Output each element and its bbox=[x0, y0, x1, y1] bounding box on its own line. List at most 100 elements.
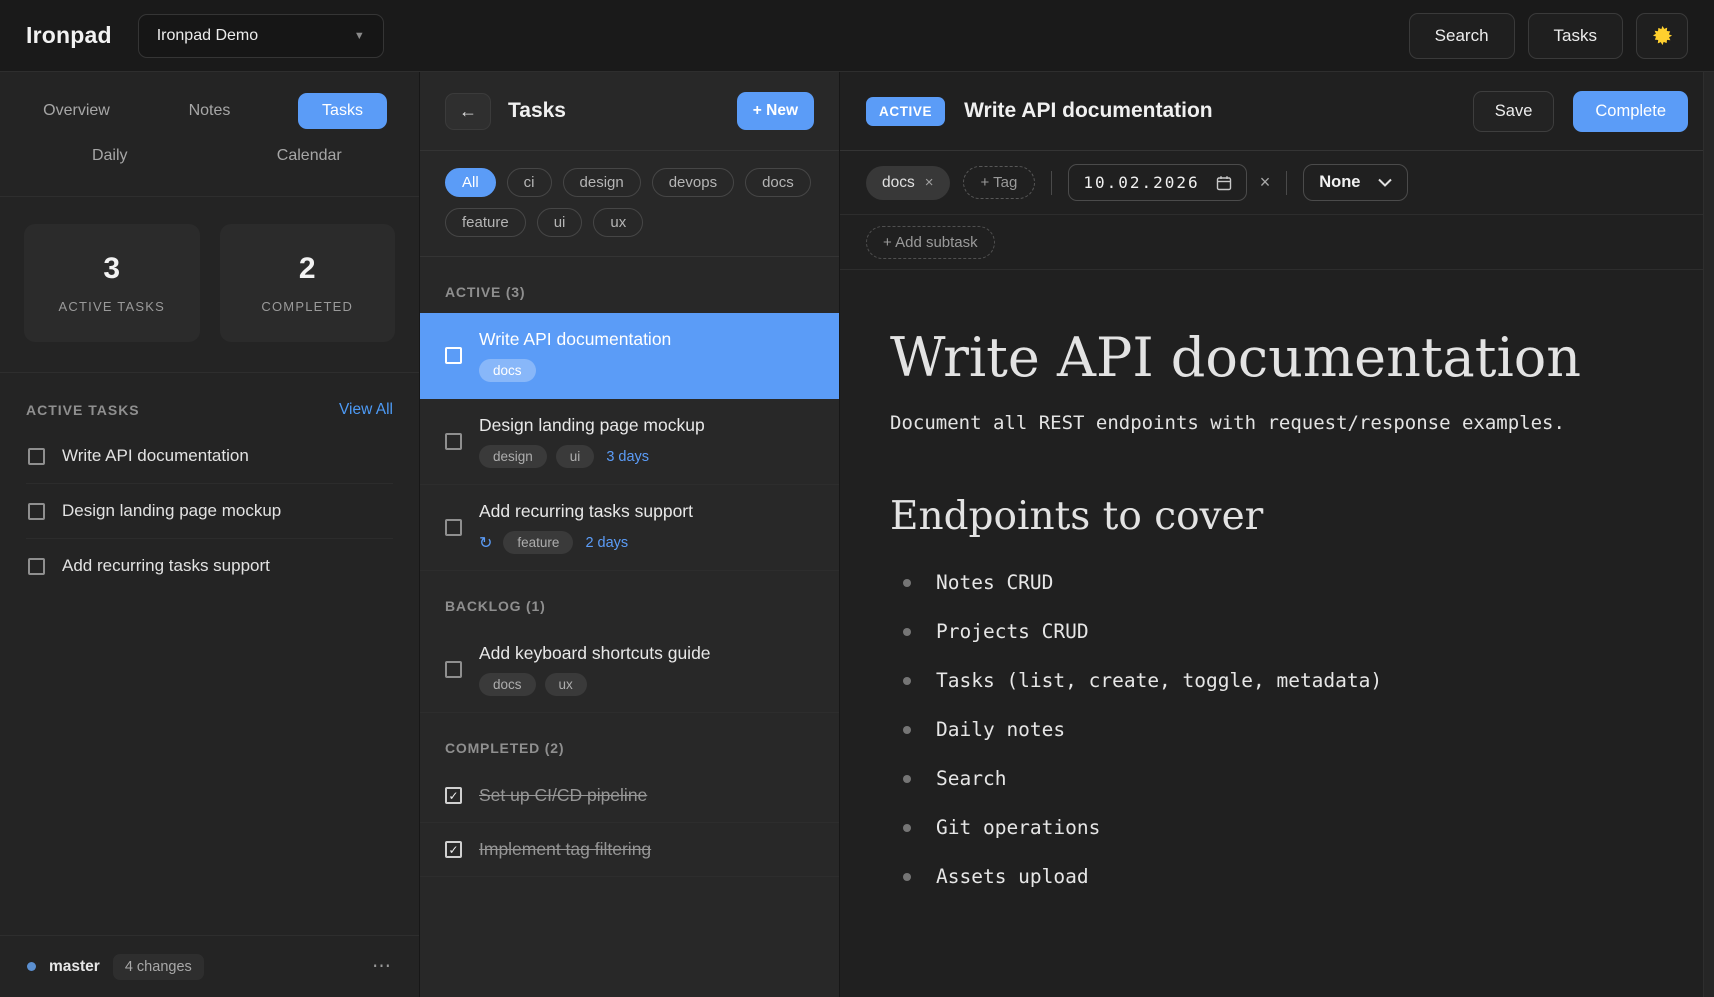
sidebar-task-row[interactable]: Add recurring tasks support bbox=[26, 539, 393, 593]
detail-title: Write API documentation bbox=[964, 99, 1213, 123]
save-button[interactable]: Save bbox=[1473, 91, 1555, 132]
section-header-completed: COMPLETED (2) bbox=[420, 713, 839, 769]
task-body: Add keyboard shortcuts guide docs ux bbox=[479, 643, 711, 696]
filter-chip-all[interactable]: All bbox=[445, 168, 496, 197]
task-row[interactable]: Add recurring tasks support ↻ feature 2 … bbox=[420, 485, 839, 571]
tag-chip-label: docs bbox=[882, 174, 915, 192]
section-header-backlog: BACKLOG (1) bbox=[420, 571, 839, 627]
bullet-item: Notes CRUD bbox=[890, 571, 1644, 594]
filter-chip-ui[interactable]: ui bbox=[537, 208, 583, 237]
sidebar-task-row[interactable]: Design landing page mockup bbox=[26, 484, 393, 539]
task-body: Implement tag filtering bbox=[479, 839, 651, 860]
caret-down-icon: ▼ bbox=[354, 30, 365, 42]
subtask-row: + Add subtask bbox=[840, 215, 1714, 270]
theme-toggle-button[interactable] bbox=[1636, 13, 1688, 59]
app-root: Ironpad Ironpad Demo ▼ Search Tasks Over… bbox=[0, 0, 1714, 997]
filter-chip-ux[interactable]: ux bbox=[593, 208, 643, 237]
filter-chip-docs[interactable]: docs bbox=[745, 168, 811, 197]
bullet-item: Daily notes bbox=[890, 718, 1644, 741]
task-checkbox[interactable] bbox=[445, 519, 462, 536]
task-title: Add recurring tasks support bbox=[479, 501, 693, 522]
task-row[interactable]: Design landing page mockup design ui 3 d… bbox=[420, 399, 839, 485]
document-heading: Write API documentation bbox=[890, 326, 1644, 389]
tag-chip-docs[interactable]: docs × bbox=[866, 166, 950, 200]
filter-chip-design[interactable]: design bbox=[563, 168, 641, 197]
add-subtask-button[interactable]: + Add subtask bbox=[866, 226, 995, 259]
task-row-selected[interactable]: Write API documentation docs bbox=[420, 313, 839, 399]
task-meta: design ui 3 days bbox=[479, 445, 705, 468]
topbar-actions: Search Tasks bbox=[1409, 13, 1688, 59]
changes-badge: 4 changes bbox=[113, 954, 204, 980]
complete-button[interactable]: Complete bbox=[1573, 91, 1688, 132]
active-tasks-section: ACTIVE TASKS View All Write API document… bbox=[0, 372, 419, 593]
back-button[interactable]: ← bbox=[445, 93, 491, 130]
task-checkbox[interactable] bbox=[28, 503, 45, 520]
task-checkbox[interactable] bbox=[445, 661, 462, 678]
recurrence-select[interactable]: None bbox=[1303, 164, 1408, 201]
git-status-bar: master 4 changes ⋯ bbox=[0, 935, 419, 997]
recurrence-value: None bbox=[1319, 173, 1360, 192]
check-icon: ✓ bbox=[448, 789, 458, 803]
search-button[interactable]: Search bbox=[1409, 13, 1515, 59]
task-title: Add recurring tasks support bbox=[62, 556, 270, 576]
bullet-item: Tasks (list, create, toggle, metadata) bbox=[890, 669, 1644, 692]
more-menu-icon[interactable]: ⋯ bbox=[372, 955, 392, 978]
filter-chip-ci[interactable]: ci bbox=[507, 168, 552, 197]
tag-badge: ux bbox=[545, 673, 587, 696]
tab-overview[interactable]: Overview bbox=[15, 93, 139, 129]
panel-title: Tasks bbox=[508, 99, 566, 123]
task-checkbox[interactable] bbox=[445, 433, 462, 450]
task-row[interactable]: Add keyboard shortcuts guide docs ux bbox=[420, 627, 839, 713]
tag-badge: design bbox=[479, 445, 547, 468]
new-task-button[interactable]: + New bbox=[737, 92, 814, 130]
section-title: ACTIVE TASKS bbox=[26, 402, 140, 418]
task-title: Implement tag filtering bbox=[479, 839, 651, 860]
check-icon: ✓ bbox=[448, 843, 458, 857]
task-title: Set up CI/CD pipeline bbox=[479, 785, 647, 806]
tag-filters: All ci design devops docs feature ui ux bbox=[420, 151, 839, 257]
task-row-completed[interactable]: ✓ Set up CI/CD pipeline bbox=[420, 769, 839, 823]
task-body: Design landing page mockup design ui 3 d… bbox=[479, 415, 705, 468]
view-all-link[interactable]: View All bbox=[339, 401, 393, 419]
detail-panel: ACTIVE Write API documentation Save Comp… bbox=[840, 72, 1714, 997]
stat-label: COMPLETED bbox=[261, 299, 353, 314]
tab-daily[interactable]: Daily bbox=[48, 138, 172, 174]
due-date-input[interactable]: 10.02.2026 bbox=[1068, 164, 1246, 201]
sidebar: Overview Notes Tasks Daily Calendar 3 AC… bbox=[0, 72, 420, 997]
tag-badge: docs bbox=[479, 359, 536, 382]
due-label: 3 days bbox=[606, 449, 649, 465]
app-logo: Ironpad bbox=[26, 22, 112, 49]
tab-tasks[interactable]: Tasks bbox=[281, 93, 405, 129]
tag-badge: docs bbox=[479, 673, 536, 696]
tab-notes[interactable]: Notes bbox=[148, 93, 272, 129]
clear-date-icon[interactable]: × bbox=[1260, 172, 1271, 193]
task-checkbox-checked[interactable]: ✓ bbox=[445, 787, 462, 804]
scrollbar[interactable] bbox=[1703, 72, 1714, 997]
remove-tag-icon[interactable]: × bbox=[925, 174, 934, 191]
add-tag-button[interactable]: + Tag bbox=[963, 166, 1036, 199]
tab-calendar[interactable]: Calendar bbox=[247, 138, 371, 174]
topbar: Ironpad Ironpad Demo ▼ Search Tasks bbox=[0, 0, 1714, 72]
branch-dot-icon bbox=[27, 962, 36, 971]
tag-badge: feature bbox=[503, 531, 573, 554]
calendar-icon[interactable] bbox=[1216, 175, 1232, 191]
detail-meta-row: docs × + Tag 10.02.2026 × None bbox=[840, 151, 1714, 215]
task-checkbox-checked[interactable]: ✓ bbox=[445, 841, 462, 858]
task-checkbox[interactable] bbox=[445, 347, 462, 364]
project-selector[interactable]: Ironpad Demo ▼ bbox=[138, 14, 384, 58]
task-row-completed[interactable]: ✓ Implement tag filtering bbox=[420, 823, 839, 877]
tasks-button[interactable]: Tasks bbox=[1528, 13, 1623, 59]
filter-chip-devops[interactable]: devops bbox=[652, 168, 734, 197]
task-checkbox[interactable] bbox=[28, 558, 45, 575]
task-body: Set up CI/CD pipeline bbox=[479, 785, 647, 806]
filter-chip-feature[interactable]: feature bbox=[445, 208, 526, 237]
stat-value: 2 bbox=[299, 252, 316, 286]
bullet-item: Git operations bbox=[890, 816, 1644, 839]
sun-icon bbox=[1651, 24, 1674, 47]
section-header-active: ACTIVE (3) bbox=[420, 257, 839, 313]
document-body[interactable]: Write API documentation Document all RES… bbox=[840, 270, 1714, 997]
task-checkbox[interactable] bbox=[28, 448, 45, 465]
sidebar-task-row[interactable]: Write API documentation bbox=[26, 429, 393, 484]
due-label: 2 days bbox=[585, 535, 628, 551]
recurring-icon: ↻ bbox=[479, 533, 492, 553]
